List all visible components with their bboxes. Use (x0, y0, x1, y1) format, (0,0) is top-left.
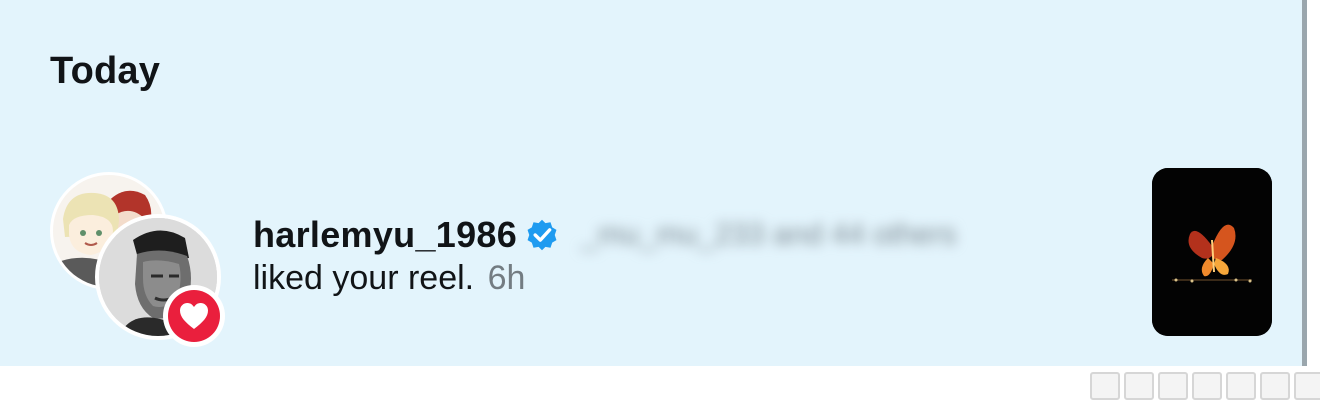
like-badge-fill (168, 290, 220, 342)
notification-text: harlemyu_1986 _mu_mu_233 and 44 others l… (253, 213, 1133, 298)
notification-action: liked your reel. 6h (253, 259, 1133, 298)
notification-headline: harlemyu_1986 _mu_mu_233 and 44 others (253, 213, 1133, 257)
other-likers-text[interactable]: _mu_mu_233 and 44 others (581, 218, 956, 252)
section-title: Today (50, 50, 161, 92)
watermark-logo (1090, 372, 1320, 400)
notifications-panel: Today harlemyu_1986 _mu_mu_233 and 44 ot… (0, 0, 1302, 366)
timestamp: 6h (487, 259, 526, 297)
action-text: liked your reel. (253, 259, 475, 297)
scrollbar[interactable] (1302, 0, 1307, 366)
notification-row[interactable]: harlemyu_1986 _mu_mu_233 and 44 others l… (0, 160, 1302, 350)
reel-thumbnail[interactable] (1152, 168, 1272, 336)
reel-preview-image (1152, 168, 1272, 336)
verified-badge-icon (527, 219, 557, 251)
username-link[interactable]: harlemyu_1986 (253, 214, 517, 256)
heart-icon (180, 303, 208, 329)
like-badge (163, 285, 225, 347)
